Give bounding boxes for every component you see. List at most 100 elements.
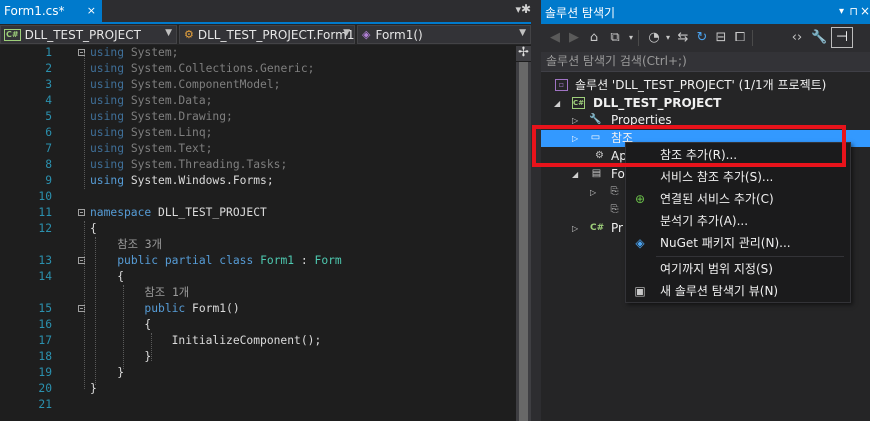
code-token: Form1 bbox=[260, 254, 295, 267]
code-editor[interactable]: Form1.cs* × ▾ ✱ C# DLL_TEST_PROJECT ▼ ⚙ … bbox=[0, 0, 531, 421]
tree-item-label: Pr bbox=[611, 221, 623, 235]
tree-item-solution[interactable]: ▫ 솔루션 'DLL_TEST_PROJECT' (1/1개 프로젝트) bbox=[541, 77, 870, 94]
code-line[interactable]: 11 namespace DLL_TEST_PROJECT bbox=[0, 205, 515, 221]
code-token: using bbox=[90, 94, 125, 107]
menu-item-scope-to-this[interactable]: 여기까지 범위 지정(S) bbox=[626, 258, 848, 280]
code-token: using bbox=[90, 142, 125, 155]
line-number: 12 bbox=[38, 222, 52, 235]
code-line[interactable]: 참조 1개 bbox=[0, 285, 515, 301]
code-line[interactable]: 9 using System.Windows.Forms; bbox=[0, 173, 515, 189]
csharp-project-icon: C# bbox=[572, 97, 585, 109]
split-window-button[interactable]: ✢ bbox=[516, 46, 531, 61]
home-icon[interactable]: ⌂ bbox=[586, 30, 602, 46]
class-dropdown[interactable]: ⚙ DLL_TEST_PROJECT.Form1 ▼ bbox=[179, 25, 355, 44]
preview-selected-items-icon[interactable]: ⊣ bbox=[831, 27, 853, 48]
code-line[interactable]: 14 { bbox=[0, 269, 515, 285]
code-token: using bbox=[90, 110, 125, 123]
line-number: 14 bbox=[38, 270, 52, 283]
code-text: { bbox=[90, 221, 97, 237]
code-text: using System.Threading.Tasks; bbox=[90, 157, 287, 173]
line-number: 1 bbox=[45, 46, 52, 59]
close-icon[interactable]: × bbox=[860, 4, 870, 18]
menu-item-new-solution-explorer-view[interactable]: ▣ 새 솔루션 탐색기 뷰(N) bbox=[626, 280, 848, 302]
refresh-icon[interactable]: ↻ bbox=[694, 30, 710, 46]
code-text: using System.Drawing; bbox=[90, 109, 233, 125]
code-line[interactable]: 7 using System.Text; bbox=[0, 141, 515, 157]
code-line[interactable]: 20} bbox=[0, 381, 515, 397]
code-line[interactable]: 15 public Form1() bbox=[0, 301, 515, 317]
auto-hide-pin-icon[interactable]: ⊓ bbox=[849, 5, 858, 18]
code-text: 참조 1개 bbox=[90, 285, 189, 301]
class-dropdown-label: DLL_TEST_PROJECT.Form1 bbox=[197, 27, 355, 42]
code-text: public Form1() bbox=[90, 301, 239, 317]
collapse-all-icon[interactable]: ⊟ bbox=[713, 30, 729, 46]
code-token: partial bbox=[164, 254, 213, 267]
code-line[interactable]: 17 InitializeComponent(); bbox=[0, 333, 515, 349]
project-dropdown[interactable]: C# DLL_TEST_PROJECT ▼ bbox=[0, 25, 177, 44]
code-token: using bbox=[90, 126, 125, 139]
window-position-dropdown-icon[interactable]: ▾ bbox=[839, 6, 844, 17]
code-token: { bbox=[90, 222, 97, 235]
add-connected-service-icon: ⊕ bbox=[634, 192, 646, 206]
solution-explorer-titlebar: 솔루션 탐색기 ▾ ⊓ × bbox=[541, 0, 870, 24]
code-line[interactable]: 21 bbox=[0, 397, 515, 413]
menu-item-add-service-reference[interactable]: 서비스 참조 추가(S)... bbox=[626, 166, 848, 188]
show-all-files-icon[interactable]: ⧠ bbox=[732, 30, 748, 46]
code-line[interactable]: 16 { bbox=[0, 317, 515, 333]
tree-item-project[interactable]: ◢ C# DLL_TEST_PROJECT bbox=[541, 95, 870, 112]
menu-item-manage-nuget[interactable]: ◈ NuGet 패키지 관리(N)... bbox=[626, 232, 848, 254]
forward-icon[interactable]: ▶ bbox=[566, 30, 582, 46]
tab-form1-cs[interactable]: Form1.cs* × bbox=[0, 0, 102, 22]
code-line[interactable]: 13 public partial class Form1 : Form bbox=[0, 253, 515, 269]
code-area[interactable]: 1 using System; 2 using System.Collections.… bbox=[0, 45, 515, 421]
line-number: 21 bbox=[38, 398, 52, 411]
member-dropdown[interactable]: ◈ Form1() ▼ bbox=[357, 25, 531, 44]
nuget-icon: ◈ bbox=[635, 236, 645, 250]
pane-splitter[interactable] bbox=[531, 0, 541, 421]
menu-item-label: 새 솔루션 탐색기 뷰(N) bbox=[660, 284, 779, 298]
code-line[interactable]: 5 using System.Drawing; bbox=[0, 109, 515, 125]
collapse-outline-icon[interactable] bbox=[78, 209, 85, 216]
code-text: using System.Text; bbox=[90, 141, 212, 157]
line-number: 9 bbox=[45, 174, 52, 187]
sync-with-document-icon[interactable]: ⇆ bbox=[675, 30, 691, 46]
expanded-arrow-icon[interactable]: ◢ bbox=[554, 95, 560, 112]
code-token: using bbox=[90, 174, 125, 187]
code-token: : bbox=[294, 254, 315, 267]
collapsed-arrow-icon[interactable]: ▷ bbox=[572, 220, 578, 237]
collapsed-arrow-icon[interactable]: ▷ bbox=[590, 184, 596, 201]
chevron-down-icon[interactable]: ▾ bbox=[660, 30, 676, 46]
menu-item-add-analyzer[interactable]: 분석기 추가(A)... bbox=[626, 210, 848, 232]
code-line[interactable]: 10 bbox=[0, 189, 515, 205]
code-line[interactable]: 8 using System.Threading.Tasks; bbox=[0, 157, 515, 173]
code-line[interactable]: 2 using System.Collections.Generic; bbox=[0, 61, 515, 77]
settings-icon[interactable]: ✱ bbox=[521, 2, 531, 16]
codelens-reference-count[interactable]: 참조 3개 bbox=[90, 238, 162, 251]
properties-wrench-icon[interactable]: 🔧 bbox=[811, 30, 827, 46]
close-icon[interactable]: × bbox=[87, 4, 96, 17]
code-line[interactable]: 3 using System.ComponentModel; bbox=[0, 77, 515, 93]
line-number: 15 bbox=[38, 302, 52, 315]
tree-item-label: DLL_TEST_PROJECT bbox=[593, 96, 722, 110]
code-line[interactable]: 19 } bbox=[0, 365, 515, 381]
view-code-icon[interactable]: ‹› bbox=[789, 30, 805, 46]
code-line[interactable]: 4 using System.Data; bbox=[0, 93, 515, 109]
code-line[interactable]: 18 } bbox=[0, 349, 515, 365]
switch-views-icon[interactable]: ⧉ bbox=[607, 30, 623, 46]
code-line[interactable]: 12 { bbox=[0, 221, 515, 237]
scrollbar-thumb[interactable] bbox=[519, 62, 528, 421]
line-number: 13 bbox=[38, 254, 52, 267]
codelens-reference-count[interactable]: 참조 1개 bbox=[90, 286, 189, 299]
code-line[interactable]: 6 using System.Linq; bbox=[0, 125, 515, 141]
line-number: 20 bbox=[38, 382, 52, 395]
code-line[interactable]: 1 using System; bbox=[0, 45, 515, 61]
back-icon[interactable]: ◀ bbox=[547, 30, 563, 46]
code-line[interactable]: 참조 3개 bbox=[0, 237, 515, 253]
chevron-down-icon[interactable]: ▾ bbox=[623, 30, 639, 46]
vertical-scrollbar[interactable] bbox=[516, 62, 531, 421]
expanded-arrow-icon[interactable]: ◢ bbox=[572, 166, 578, 183]
menu-item-add-connected-service[interactable]: ⊕ 연결된 서비스 추가(C) bbox=[626, 188, 848, 210]
code-text: 참조 3개 bbox=[90, 237, 162, 253]
new-view-icon: ▣ bbox=[634, 284, 646, 298]
solution-search-input[interactable]: 솔루션 탐색기 검색(Ctrl+;) bbox=[541, 52, 870, 72]
